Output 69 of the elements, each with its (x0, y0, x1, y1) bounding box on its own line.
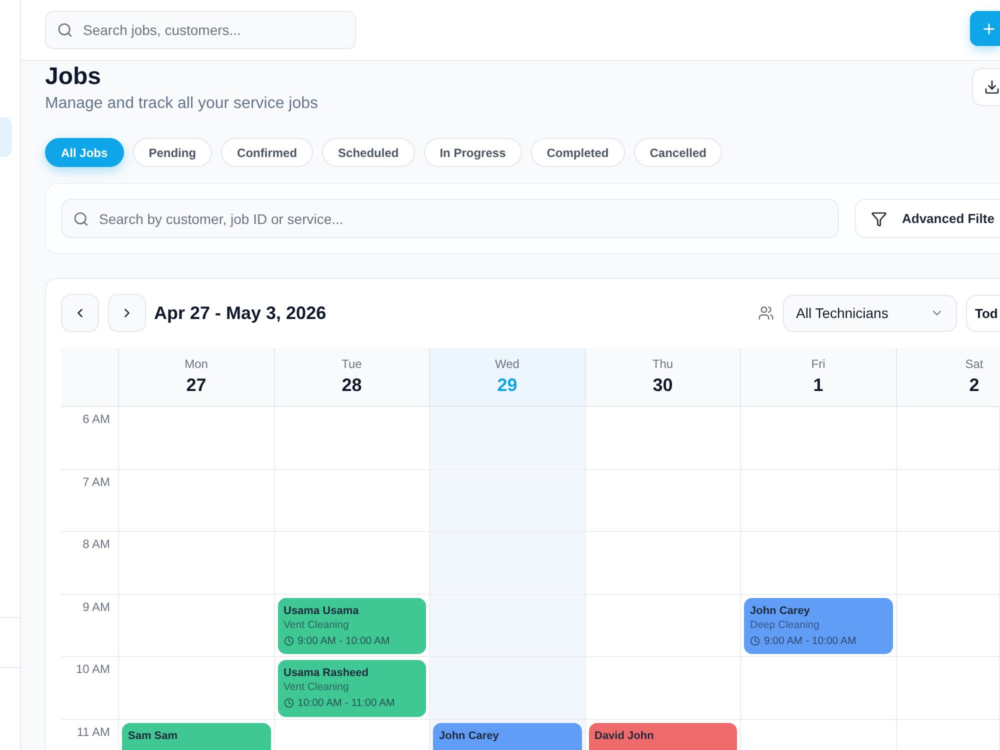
customer-name: David John (594, 728, 655, 742)
search-icon (57, 22, 73, 38)
event-card[interactable]: Usama Rasheed Vent Cleaning 10:00 AM - 11:00 AM (278, 660, 426, 716)
customer-name: Usama Rasheed (284, 666, 370, 680)
clock-icon (284, 698, 294, 708)
sidebar-item[interactable] (0, 117, 12, 157)
search-field[interactable]: Search by customer, job ID or service... (61, 199, 839, 238)
event-card[interactable]: John Carey Deep Cleaning 9:00 AM - 10:00 AM (744, 598, 892, 654)
day-number: 29 (497, 374, 518, 396)
customer-name: John Carey (439, 728, 500, 742)
filter-tab[interactable]: Cancelled (634, 138, 722, 167)
day-header[interactable]: Wed 29 (430, 348, 586, 406)
download-button[interactable] (972, 68, 1000, 106)
download-icon (984, 79, 1000, 95)
day-number: 27 (186, 374, 206, 396)
weekday-label: Fri (811, 357, 826, 371)
page-title: Jobs (45, 63, 102, 91)
customer-name: Usama Usama (284, 604, 360, 618)
filter-tab[interactable]: Pending (132, 138, 212, 167)
people-icon (758, 305, 774, 321)
day-number: 1 (813, 374, 824, 396)
service-name: Vent Cleaning (284, 618, 350, 632)
filter-tab[interactable]: Scheduled (322, 138, 415, 167)
day-header[interactable]: Sat 2 (896, 348, 1000, 406)
event-card[interactable]: John Carey (433, 722, 582, 750)
day-header[interactable]: Fri 1 (741, 348, 896, 406)
technician-select[interactable]: All Technicians (783, 294, 957, 332)
day-header[interactable]: Thu 30 (586, 348, 741, 406)
time-label: 8 AM (82, 537, 110, 551)
time-range: 9:00 AM - 10:00 AM (764, 634, 856, 648)
plus-icon (981, 20, 997, 36)
weekday-label: Mon (184, 357, 208, 371)
today-button[interactable]: Tod (966, 294, 1000, 332)
time-label: 9 AM (82, 600, 110, 614)
time-label: 10 AM (76, 662, 110, 676)
previous-button[interactable] (61, 294, 99, 332)
event-card[interactable]: Usama Usama Vent Cleaning 9:00 AM - 10:00 AM (278, 598, 426, 654)
search-field[interactable]: Search jobs, customers... (45, 11, 356, 49)
day-header[interactable]: Mon 27 (119, 348, 274, 406)
customer-name: John Carey (750, 604, 811, 618)
time-label: 6 AM (82, 412, 110, 426)
day-number: 2 (969, 374, 980, 396)
time-range: 10:00 AM - 11:00 AM (298, 696, 395, 710)
customer-name: Sam Sam (128, 728, 179, 742)
date-range-title: Apr 27 - May 3, 2026 (154, 302, 326, 324)
weekday-label: Tue (342, 357, 362, 371)
filter-tab[interactable]: Completed (530, 138, 625, 167)
event-card[interactable]: Sam Sam (122, 722, 270, 750)
clock-icon (284, 636, 294, 646)
day-number: 28 (342, 374, 362, 396)
service-name: Deep Cleaning (750, 618, 820, 632)
time-label: 7 AM (82, 474, 110, 488)
time-label: 11 AM (76, 724, 110, 738)
page-subtitle: Manage and track all your service jobs (45, 94, 318, 114)
funnel-icon (871, 210, 887, 226)
next-button[interactable] (108, 294, 146, 332)
filter-tab[interactable]: In Progress (424, 138, 522, 167)
advanced-filters-button[interactable]: Advanced Filte (855, 199, 1000, 238)
time-range: 9:00 AM - 10:00 AM (298, 634, 390, 648)
weekday-label: Sat (965, 357, 984, 371)
weekday-label: Thu (652, 357, 674, 371)
filter-tab[interactable]: Confirmed (221, 138, 314, 167)
clock-icon (750, 636, 760, 646)
service-name: Vent Cleaning (284, 680, 350, 695)
weekday-label: Wed (495, 357, 520, 371)
day-number: 30 (652, 374, 673, 396)
search-icon (73, 210, 89, 226)
event-card[interactable]: David John (588, 722, 737, 750)
add-button[interactable] (970, 11, 1000, 46)
